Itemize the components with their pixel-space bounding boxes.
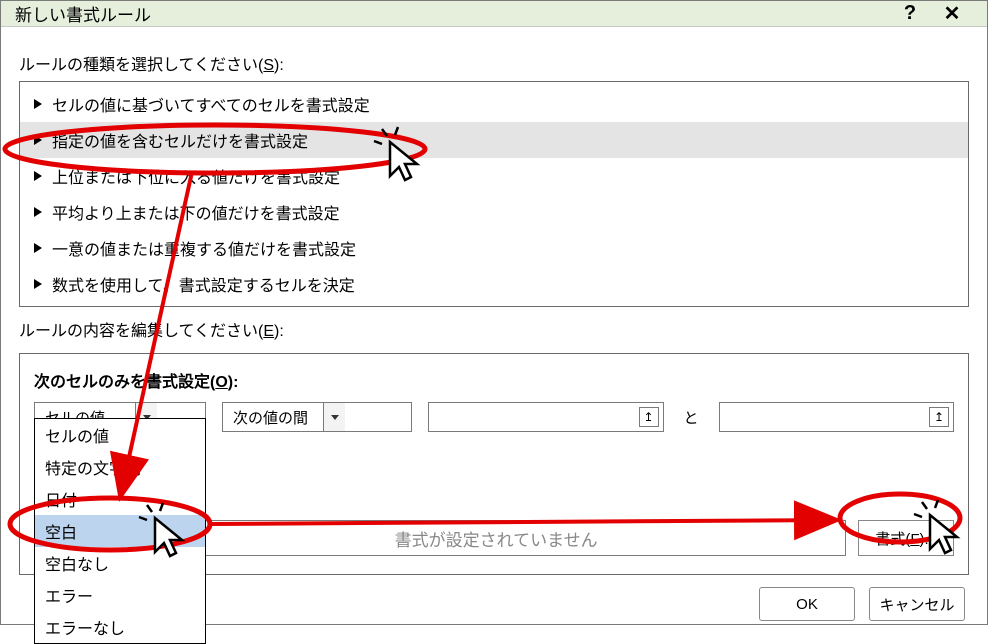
range-ref-icon[interactable]: ↥ (929, 407, 949, 427)
edit-section-label: ルールの内容を編集してください(E): (19, 317, 969, 341)
dialog-title: 新しい書式ルール (15, 1, 889, 26)
dropdown-option[interactable]: 空白なし (35, 547, 205, 579)
preview-box: 書式が設定されていません (146, 520, 846, 556)
titlebar: 新しい書式ルール ? ✕ (1, 1, 987, 27)
format-only-heading: 次のセルのみを書式設定(O): (34, 368, 954, 392)
format-button[interactable]: 書式(F)... (858, 520, 954, 556)
rule-type-section-label: ルールの種類を選択してください(S): (19, 51, 969, 75)
dropdown-option[interactable]: 空白 (35, 515, 205, 547)
operator-combo[interactable]: 次の値の間 (222, 402, 412, 432)
arrow-icon (34, 99, 42, 109)
dropdown-option[interactable]: エラー (35, 579, 205, 611)
and-label: と (680, 407, 703, 428)
dropdown-option[interactable]: 特定の文字列 (35, 451, 205, 483)
dialog-body: ルールの種類を選択してください(S): セルの値に基づいてすべてのセルを書式設定… (1, 27, 987, 633)
rule-type-item[interactable]: 一意の値または重複する値だけを書式設定 (20, 230, 968, 266)
dropdown-option[interactable]: セルの値 (35, 419, 205, 451)
arrow-icon (34, 243, 42, 253)
rule-type-item[interactable]: 数式を使用して、書式設定するセルを決定 (20, 266, 968, 302)
arrow-icon (34, 135, 42, 145)
cancel-button[interactable]: キャンセル (869, 587, 965, 621)
value1-input[interactable]: ↥ (428, 402, 664, 432)
dropdown-option[interactable]: エラーなし (35, 611, 205, 643)
rule-type-item[interactable]: 指定の値を含むセルだけを書式設定 (20, 122, 968, 158)
new-format-rule-dialog: 新しい書式ルール ? ✕ ルールの種類を選択してください(S): セルの値に基づ… (0, 0, 988, 625)
dropdown-option[interactable]: 日付 (35, 483, 205, 515)
arrow-icon (34, 279, 42, 289)
close-icon[interactable]: ✕ (931, 1, 973, 26)
arrow-icon (34, 171, 42, 181)
chevron-down-icon[interactable] (323, 403, 345, 431)
rule-edit-panel: 次のセルのみを書式設定(O): セルの値 次の値の間 ↥ と ↥ (19, 353, 969, 575)
arrow-icon (34, 207, 42, 217)
rule-type-item[interactable]: セルの値に基づいてすべてのセルを書式設定 (20, 86, 968, 122)
rule-type-list[interactable]: セルの値に基づいてすべてのセルを書式設定 指定の値を含むセルだけを書式設定 上位… (19, 81, 969, 307)
rule-type-item[interactable]: 上位または下位に入る値だけを書式設定 (20, 158, 968, 194)
help-icon[interactable]: ? (889, 2, 931, 25)
rule-type-item[interactable]: 平均より上または下の値だけを書式設定 (20, 194, 968, 230)
value2-input[interactable]: ↥ (719, 402, 955, 432)
range-ref-icon[interactable]: ↥ (639, 407, 659, 427)
criteria-type-dropdown[interactable]: セルの値 特定の文字列 日付 空白 空白なし エラー エラーなし (34, 418, 206, 644)
ok-button[interactable]: OK (759, 587, 855, 621)
